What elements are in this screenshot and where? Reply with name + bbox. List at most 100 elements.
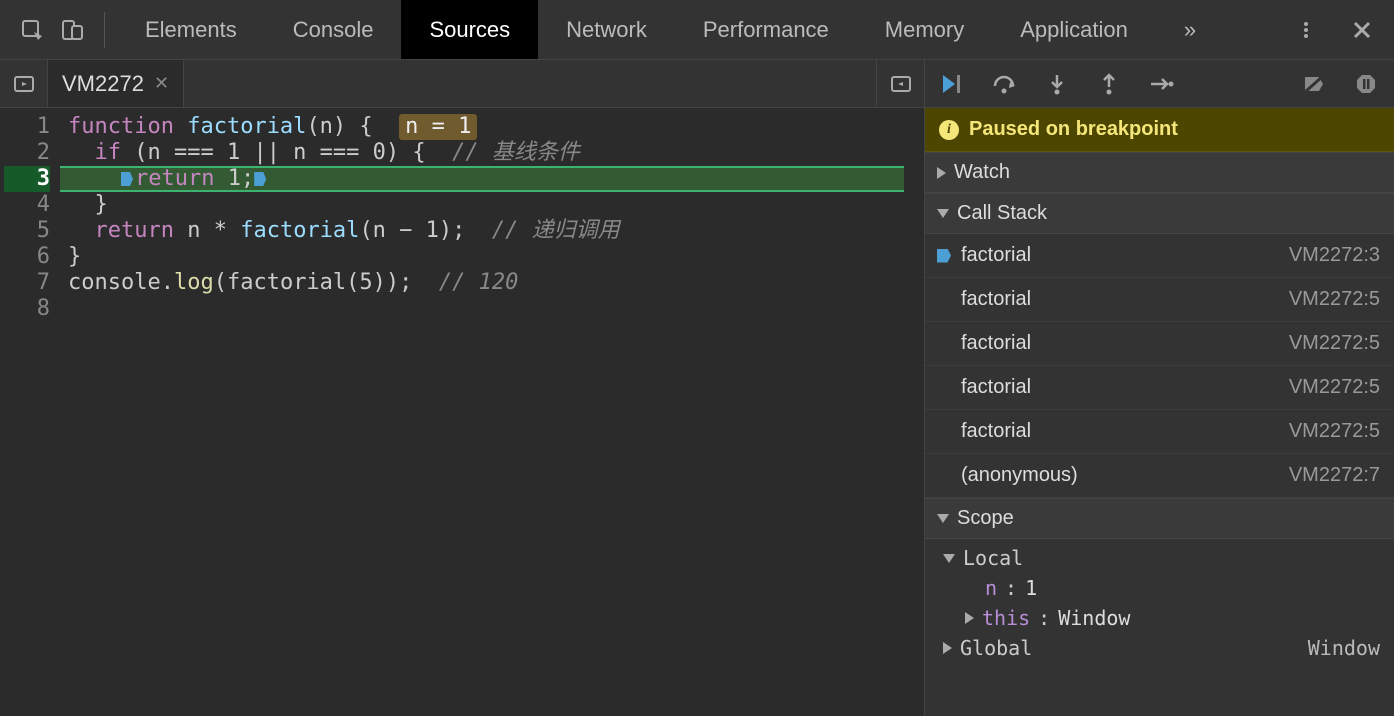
execution-marker-icon xyxy=(254,172,266,186)
frame-name: factorial xyxy=(961,332,1031,355)
line-number[interactable]: 6 xyxy=(4,244,50,270)
tab-application[interactable]: Application xyxy=(992,0,1156,59)
code-line: function factorial(n) { n = 1 xyxy=(68,114,916,140)
disclosure-triangle-icon xyxy=(937,167,946,179)
panel-tabs: Elements Console Sources Network Perform… xyxy=(117,0,1286,59)
close-icon[interactable] xyxy=(1342,10,1382,50)
step-over-icon[interactable] xyxy=(991,73,1019,95)
callstack-section-header[interactable]: Call Stack xyxy=(925,193,1394,234)
line-number[interactable]: 7 xyxy=(4,270,50,296)
current-frame-arrow-icon xyxy=(937,249,951,263)
line-number[interactable]: 4 xyxy=(4,192,50,218)
colon: : xyxy=(1005,573,1017,603)
tab-network[interactable]: Network xyxy=(538,0,675,59)
var-value: Window xyxy=(1058,603,1130,633)
scope-variable[interactable]: n: 1 xyxy=(965,573,1380,603)
code-line: if (n === 1 || n === 0) { // 基线条件 xyxy=(68,140,916,166)
scope-global-header[interactable]: Global Window xyxy=(943,633,1380,663)
execution-marker-icon xyxy=(121,172,133,186)
file-tab-label: VM2272 xyxy=(62,71,144,97)
code-editor[interactable]: 1 2 3 4 5 6 7 8 function factorial(n) { … xyxy=(0,108,924,716)
file-tab-vm2272[interactable]: VM2272 ✕ xyxy=(48,60,184,107)
code-lines: function factorial(n) { n = 1 if (n === … xyxy=(60,108,924,716)
disclosure-triangle-icon xyxy=(937,209,949,218)
scope-section-header[interactable]: Scope xyxy=(925,498,1394,539)
deactivate-breakpoints-icon[interactable] xyxy=(1300,73,1328,95)
pause-banner: i Paused on breakpoint xyxy=(925,108,1394,152)
frame-name: (anonymous) xyxy=(961,464,1078,487)
section-title: Scope xyxy=(957,507,1014,530)
line-number[interactable]: 2 xyxy=(4,140,50,166)
callstack-frame[interactable]: factorial VM2272:5 xyxy=(925,322,1394,366)
var-name: n xyxy=(985,573,997,603)
frame-location: VM2272:7 xyxy=(1289,464,1380,487)
tab-memory[interactable]: Memory xyxy=(857,0,992,59)
editor-panel: VM2272 ✕ 1 2 3 4 5 6 7 8 function factor… xyxy=(0,60,925,716)
inline-value-hint: n = 1 xyxy=(399,114,477,140)
section-title: Watch xyxy=(954,161,1010,184)
tab-sources[interactable]: Sources xyxy=(401,0,538,59)
tab-elements[interactable]: Elements xyxy=(117,0,265,59)
inspect-element-icon[interactable] xyxy=(12,10,52,50)
settings-icon[interactable] xyxy=(1286,10,1326,50)
line-number[interactable]: 8 xyxy=(4,296,50,322)
devtools-toolbar: Elements Console Sources Network Perform… xyxy=(0,0,1394,60)
close-file-icon[interactable]: ✕ xyxy=(154,73,169,94)
callstack-frame[interactable]: (anonymous) VM2272:7 xyxy=(925,454,1394,498)
frame-name: factorial xyxy=(961,376,1031,399)
code-line: console.log(factorial(5)); // 120 xyxy=(68,270,916,296)
callstack-frame[interactable]: factorial VM2272:5 xyxy=(925,366,1394,410)
info-icon: i xyxy=(939,120,959,140)
var-value: 1 xyxy=(1025,573,1037,603)
device-toolbar-icon[interactable] xyxy=(52,10,92,50)
var-name: this xyxy=(982,603,1030,633)
watch-section-header[interactable]: Watch xyxy=(925,152,1394,193)
tab-more[interactable]: » xyxy=(1156,0,1224,59)
disclosure-triangle-icon xyxy=(943,642,952,654)
separator xyxy=(104,12,105,48)
scope-local-header[interactable]: Local xyxy=(943,543,1380,573)
line-number[interactable]: 5 xyxy=(4,218,50,244)
frame-location: VM2272:5 xyxy=(1289,332,1380,355)
code-line: } xyxy=(68,192,916,218)
step-out-icon[interactable] xyxy=(1095,73,1123,95)
frame-name: factorial xyxy=(961,420,1031,443)
frame-location: VM2272:5 xyxy=(1289,376,1380,399)
tab-console[interactable]: Console xyxy=(265,0,402,59)
scope-variable[interactable]: this: Window xyxy=(965,603,1380,633)
step-icon[interactable] xyxy=(1147,73,1175,95)
frame-name: factorial xyxy=(961,244,1031,267)
breakpoint-line-number[interactable]: 3 xyxy=(4,166,50,192)
pause-message: Paused on breakpoint xyxy=(969,118,1178,141)
scope-label: Global xyxy=(960,633,1032,663)
line-gutter[interactable]: 1 2 3 4 5 6 7 8 xyxy=(0,108,60,716)
scope-label: Local xyxy=(963,543,1023,573)
colon: : xyxy=(1038,603,1050,633)
frame-location: VM2272:5 xyxy=(1289,288,1380,311)
debugger-toolbar xyxy=(925,60,1394,108)
navigator-toggle-icon[interactable] xyxy=(0,60,48,107)
debugger-panel: i Paused on breakpoint Watch Call Stack … xyxy=(925,60,1394,716)
code-line: return 1; xyxy=(68,166,916,192)
scope-value: Window xyxy=(1308,633,1380,663)
debugger-pane-toggle-icon[interactable] xyxy=(876,60,924,107)
callstack-frame[interactable]: factorial VM2272:5 xyxy=(925,278,1394,322)
tab-performance[interactable]: Performance xyxy=(675,0,857,59)
disclosure-triangle-icon xyxy=(937,514,949,523)
frame-name: factorial xyxy=(961,288,1031,311)
section-title: Call Stack xyxy=(957,202,1047,225)
step-into-icon[interactable] xyxy=(1043,73,1071,95)
pause-on-exceptions-icon[interactable] xyxy=(1352,73,1380,95)
file-tabbar: VM2272 ✕ xyxy=(0,60,924,108)
callstack-frame[interactable]: factorial VM2272:3 xyxy=(925,234,1394,278)
line-number[interactable]: 1 xyxy=(4,114,50,140)
code-line: return n * factorial(n − 1); // 递归调用 xyxy=(68,218,916,244)
disclosure-triangle-icon xyxy=(965,612,974,624)
frame-location: VM2272:3 xyxy=(1289,244,1380,267)
resume-icon[interactable] xyxy=(939,73,967,95)
frame-location: VM2272:5 xyxy=(1289,420,1380,443)
callstack-frame[interactable]: factorial VM2272:5 xyxy=(925,410,1394,454)
scope-body: Local n: 1 this: Window Global Window xyxy=(925,539,1394,671)
disclosure-triangle-icon xyxy=(943,554,955,563)
callstack-list: factorialVM2272:3factorialVM2272:5factor… xyxy=(925,234,1394,498)
